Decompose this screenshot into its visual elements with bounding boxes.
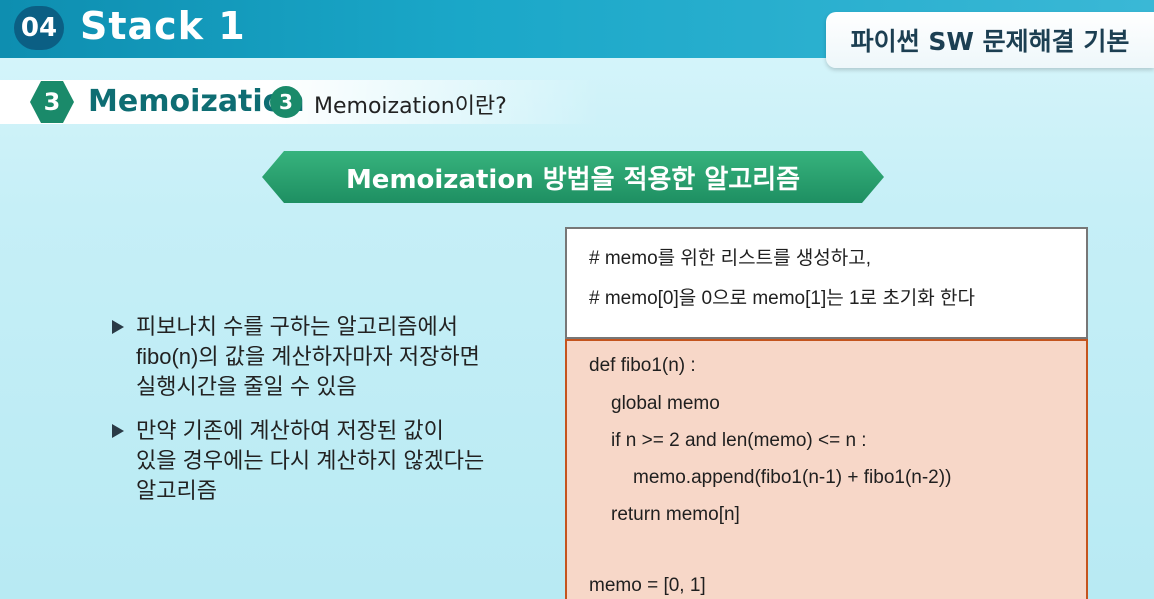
code-line: global memo [611, 393, 720, 414]
bullet-list: 피보나치 수를 구하는 알고리즘에서 fibo(n)의 값을 계산하자마자 저장… [112, 312, 552, 520]
code-comment-box: # memo를 위한 리스트를 생성하고, # memo[0]을 0으로 mem… [565, 227, 1088, 339]
chapter-number: 04 [14, 6, 64, 50]
banner-text: Memoization 방법을 적용한 알고리즘 [345, 164, 801, 195]
bullet-arrow-icon [112, 424, 124, 438]
slide: 04 Stack 1 파이썬 SW 문제해결 기본 3 Memoization … [0, 0, 1154, 599]
code-line: def fibo1(n) : [589, 355, 696, 376]
course-title: 파이썬 SW 문제해결 기본 [826, 12, 1154, 68]
chapter-title: Stack 1 [80, 4, 246, 48]
comment-line: # memo를 위한 리스트를 생성하고, [589, 248, 872, 269]
code-block: def fibo1(n) : global memo if n >= 2 and… [565, 339, 1088, 599]
code-line: memo = [0, 1] [589, 575, 706, 596]
list-item: 만약 기존에 계산하여 저장된 값이 있을 경우에는 다시 계산하지 않겠다는 … [112, 416, 552, 506]
bullet-text: 피보나치 수를 구하는 알고리즘에서 fibo(n)의 값을 계산하자마자 저장… [136, 314, 480, 399]
subsection-title: Memoization이란? [314, 94, 507, 119]
code-line: if n >= 2 and len(memo) <= n : [611, 430, 867, 451]
bullet-arrow-icon [112, 320, 124, 334]
subsection-number-badge: 3 [270, 86, 302, 118]
bullet-text: 만약 기존에 계산하여 저장된 값이 있을 경우에는 다시 계산하지 않겠다는 … [136, 418, 485, 503]
list-item: 피보나치 수를 구하는 알고리즘에서 fibo(n)의 값을 계산하자마자 저장… [112, 312, 552, 402]
code-line: memo.append(fibo1(n-1) + fibo1(n-2)) [633, 467, 952, 488]
code-line: return memo[n] [611, 504, 740, 525]
comment-line: # memo[0]을 0으로 memo[1]는 1로 초기화 한다 [589, 288, 975, 309]
